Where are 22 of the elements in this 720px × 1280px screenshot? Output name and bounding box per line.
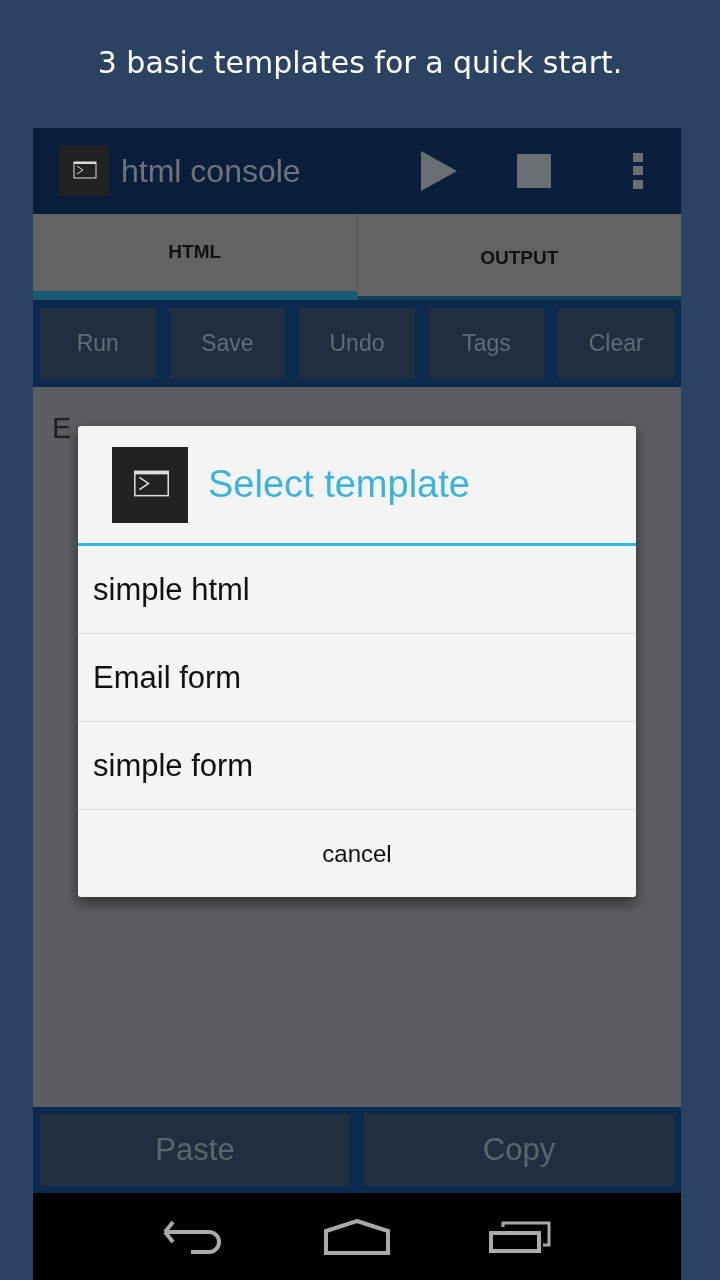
tab[interactable]: OUTPUT bbox=[356, 214, 681, 300]
toolbar-button[interactable]: Run bbox=[40, 308, 156, 379]
code-input-field[interactable]: E bbox=[52, 412, 72, 445]
toolbar-button[interactable]: Clear bbox=[558, 308, 674, 379]
terminal-icon bbox=[112, 446, 188, 523]
app-title: html console bbox=[121, 152, 302, 190]
bottom-button[interactable]: Copy bbox=[364, 1114, 674, 1186]
template-item[interactable]: Email form bbox=[78, 634, 636, 722]
overflow-menu-icon[interactable] bbox=[633, 153, 643, 189]
play-icon[interactable] bbox=[421, 151, 457, 191]
recent-apps-icon[interactable] bbox=[489, 1220, 552, 1253]
template-item[interactable]: simple html bbox=[78, 546, 636, 634]
toolbar-button[interactable]: Tags bbox=[428, 308, 545, 379]
caption: 3 basic templates for a quick start. bbox=[97, 44, 623, 80]
bottom-button[interactable]: Paste bbox=[40, 1114, 350, 1186]
app-icon bbox=[59, 146, 109, 196]
toolbar-button[interactable]: Undo bbox=[299, 308, 415, 379]
template-item[interactable]: simple form bbox=[78, 722, 636, 810]
cancel-button[interactable]: cancel bbox=[78, 810, 636, 897]
dialog-title: Select template bbox=[208, 463, 470, 506]
home-icon[interactable] bbox=[324, 1218, 390, 1255]
toolbar-button[interactable]: Save bbox=[169, 308, 286, 379]
